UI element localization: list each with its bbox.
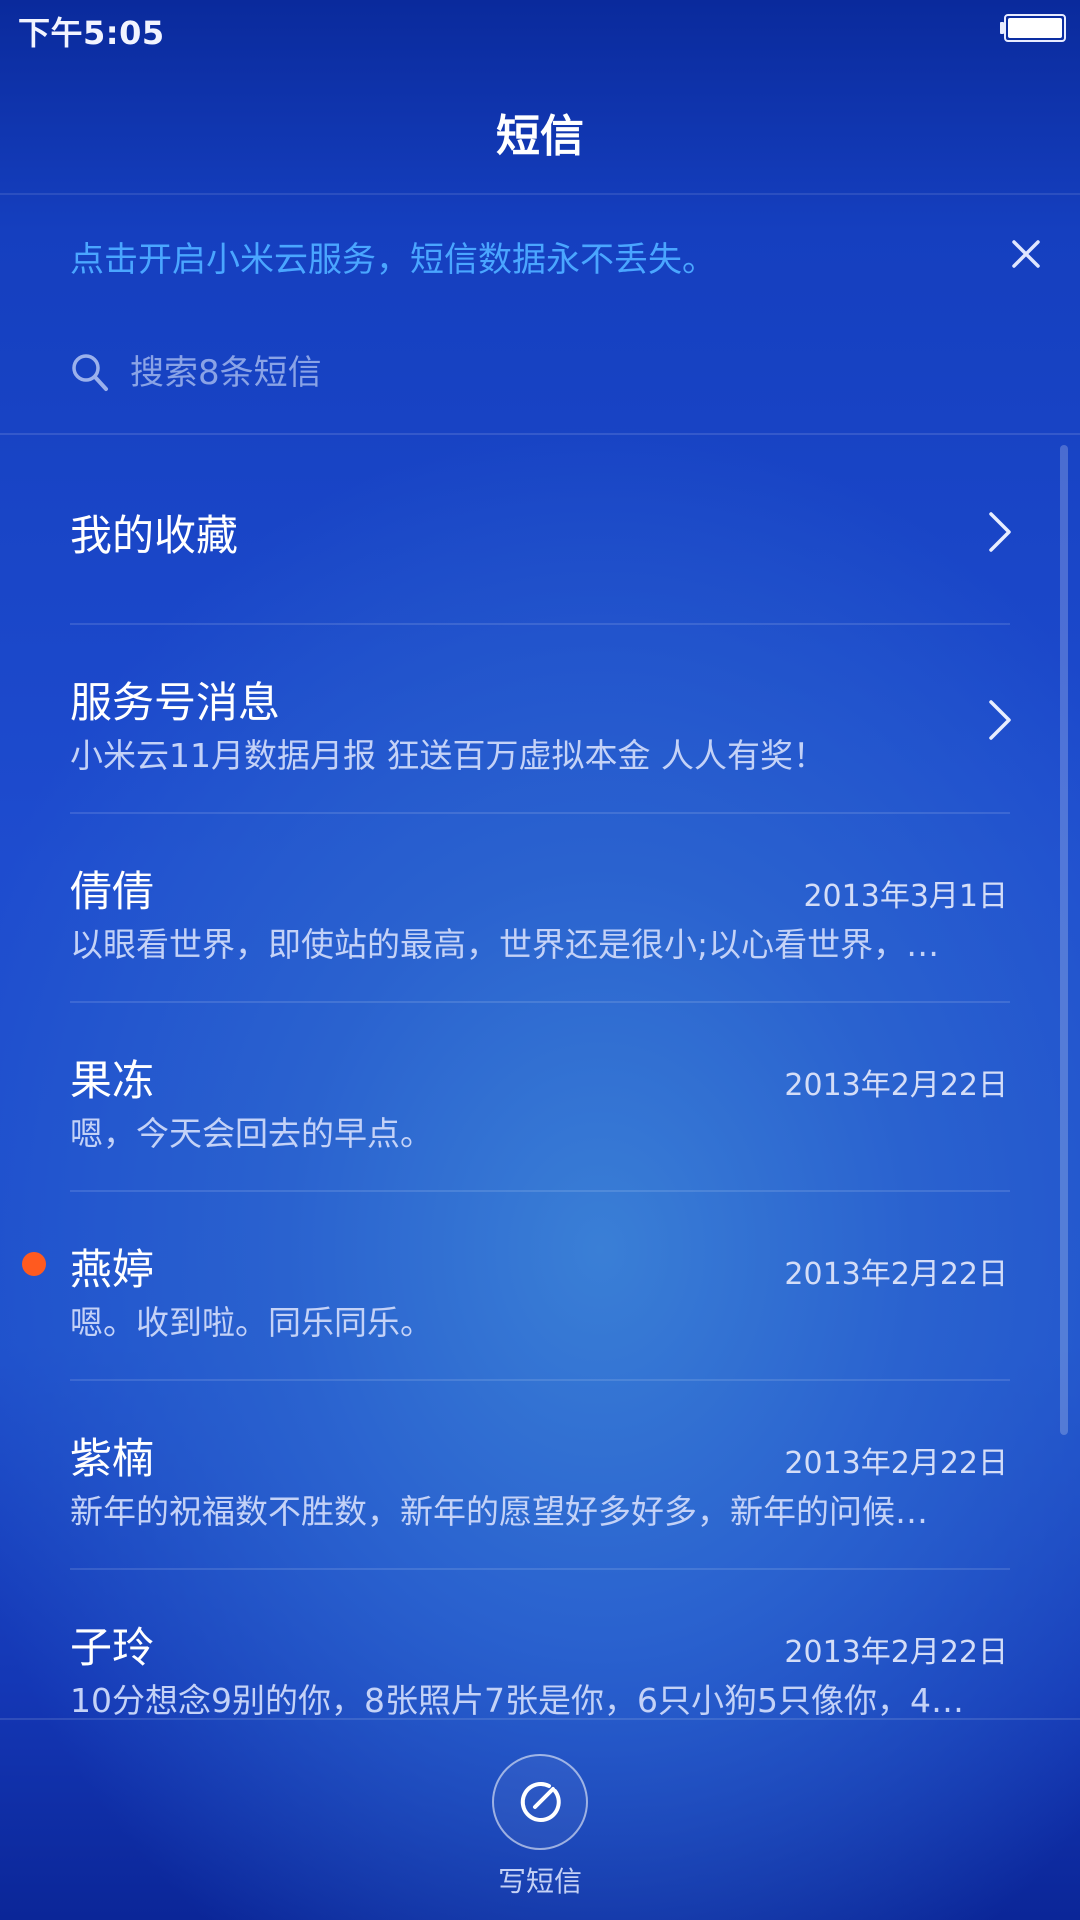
compose-label: 写短信	[497, 1865, 582, 1898]
message-date: 2013年2月22日	[784, 1446, 1008, 1481]
conversation-item[interactable]: 倩倩 2013年3月1日 以眼看世界，即使站的最高，世界还是很小;以心看世界，…	[0, 814, 1080, 1002]
contact-name: 紫楠	[70, 1434, 155, 1483]
folder-title: 我的收藏	[70, 511, 239, 560]
message-date: 2013年3月1日	[803, 879, 1008, 914]
header-divider	[0, 193, 1080, 195]
chevron-right-icon	[989, 700, 1011, 740]
folder-favorites[interactable]: 我的收藏	[0, 436, 1080, 624]
status-time: 下午5:05	[18, 14, 165, 52]
conversation-item[interactable]: 燕婷 2013年2月22日 嗯。收到啦。同乐同乐。	[0, 1192, 1080, 1380]
message-snippet: 嗯。收到啦。同乐同乐。	[70, 1303, 433, 1342]
folder-snippet: 小米云11月数据月报 狂送百万虚拟本金 人人有奖！	[70, 736, 826, 775]
message-date: 2013年2月22日	[784, 1257, 1008, 1292]
contact-name: 倩倩	[70, 867, 155, 916]
message-date: 2013年2月22日	[784, 1068, 1008, 1103]
contact-name: 果冻	[70, 1056, 155, 1105]
search-divider	[0, 433, 1080, 435]
compose-button[interactable]	[492, 1754, 588, 1850]
cloud-service-banner[interactable]: 点击开启小米云服务，短信数据永不丢失。	[70, 232, 716, 281]
conversation-item[interactable]: 果冻 2013年2月22日 嗯，今天会回去的早点。	[0, 1003, 1080, 1191]
battery-icon	[1000, 14, 1066, 42]
contact-name: 燕婷	[70, 1245, 155, 1294]
message-snippet: 新年的祝福数不胜数，新年的愿望好多好多，新年的问候…	[70, 1492, 928, 1531]
unread-dot	[22, 1252, 46, 1276]
folder-service-messages[interactable]: 服务号消息 小米云11月数据月报 狂送百万虚拟本金 人人有奖！	[0, 625, 1080, 813]
page-title: 短信	[496, 111, 584, 162]
bottom-bar-divider	[0, 1718, 1080, 1720]
close-icon[interactable]	[1006, 234, 1046, 274]
message-snippet: 嗯，今天会回去的早点。	[70, 1114, 433, 1153]
message-date: 2013年2月22日	[784, 1635, 1008, 1670]
compose-icon	[520, 1782, 561, 1822]
search-icon	[72, 354, 108, 391]
conversation-item[interactable]: 紫楠 2013年2月22日 新年的祝福数不胜数，新年的愿望好多好多，新年的问候…	[0, 1381, 1080, 1569]
folder-title: 服务号消息	[70, 678, 281, 727]
conversation-item[interactable]: 子玲 2013年2月22日 10分想念9别的你，8张照片7张是你，6只小狗5只像…	[0, 1570, 1080, 1718]
contact-name: 子玲	[70, 1623, 155, 1672]
message-snippet: 10分想念9别的你，8张照片7张是你，6只小狗5只像你，4…	[70, 1681, 964, 1718]
message-snippet: 以眼看世界，即使站的最高，世界还是很小;以心看世界，…	[70, 925, 940, 964]
chevron-right-icon	[989, 512, 1011, 552]
search-input[interactable]	[130, 348, 930, 398]
